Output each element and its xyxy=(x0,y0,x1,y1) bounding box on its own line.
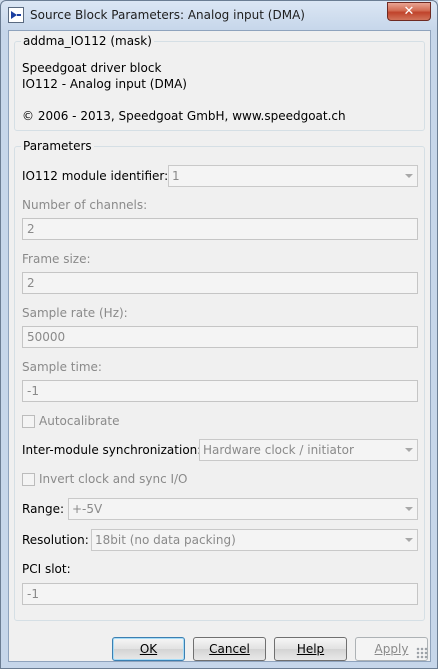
mask-description-group: addma_IO112 (mask) Speedgoat driver bloc… xyxy=(14,34,425,131)
pci-slot-input[interactable]: -1 xyxy=(22,583,418,605)
chevron-down-icon xyxy=(405,448,413,452)
module-id-label: IO112 module identifier: xyxy=(22,169,169,183)
invert-clock-checkbox[interactable] xyxy=(22,473,35,486)
chevron-down-icon xyxy=(405,538,413,542)
sync-value: Hardware clock / initiator xyxy=(203,443,354,457)
close-button[interactable]: ✕ xyxy=(387,2,431,21)
module-id-value: 1 xyxy=(172,169,180,183)
simulink-app-icon xyxy=(8,7,24,23)
mask-description-line1: Speedgoat driver block xyxy=(22,61,162,75)
parameters-group-title: Parameters xyxy=(21,139,94,153)
sample-rate-label: Sample rate (Hz): xyxy=(22,306,128,320)
help-button[interactable]: Help xyxy=(274,637,347,661)
sample-rate-input[interactable]: 50000 xyxy=(22,326,418,348)
sample-time-input[interactable]: -1 xyxy=(22,380,418,402)
title-bar[interactable]: Source Block Parameters: Analog input (D… xyxy=(1,1,437,31)
autocalibrate-checkbox[interactable] xyxy=(22,415,35,428)
mask-copyright: © 2006 - 2013, Speedgoat GmbH, www.speed… xyxy=(22,109,346,123)
autocalibrate-label: Autocalibrate xyxy=(39,414,120,428)
sync-select[interactable]: Hardware clock / initiator xyxy=(199,439,418,461)
frame-size-label: Frame size: xyxy=(22,252,91,266)
channels-label: Number of channels: xyxy=(22,198,148,212)
resolution-select[interactable]: 18bit (no data packing) xyxy=(91,529,418,551)
range-value: +-5V xyxy=(72,502,103,516)
channels-input[interactable]: 2 xyxy=(22,218,418,240)
dialog-client: addma_IO112 (mask) Speedgoat driver bloc… xyxy=(8,30,431,662)
cancel-button[interactable]: Cancel xyxy=(193,637,266,661)
dialog-window: Source Block Parameters: Analog input (D… xyxy=(0,0,438,669)
range-select[interactable]: +-5V xyxy=(68,498,418,520)
pci-slot-label: PCI slot: xyxy=(22,562,71,576)
chevron-down-icon xyxy=(405,507,413,511)
ok-button-label: OK xyxy=(139,642,158,656)
sync-label: Inter-module synchronization: xyxy=(22,443,202,457)
sample-time-label: Sample time: xyxy=(22,360,102,374)
apply-button-label: Apply xyxy=(374,642,409,656)
invert-clock-label: Invert clock and sync I/O xyxy=(39,472,188,486)
frame-size-input[interactable]: 2 xyxy=(22,272,418,294)
help-button-label: Help xyxy=(296,642,325,656)
ok-button[interactable]: OK xyxy=(112,637,185,661)
cancel-button-label: Cancel xyxy=(209,642,250,656)
window-title: Source Block Parameters: Analog input (D… xyxy=(30,8,305,22)
chevron-down-icon xyxy=(405,174,413,178)
mask-description-line2: IO112 - Analog input (DMA) xyxy=(22,77,187,91)
mask-group-title: addma_IO112 (mask) xyxy=(21,34,154,48)
resolution-label: Resolution: xyxy=(22,533,89,547)
resize-grip-icon[interactable] xyxy=(416,647,428,659)
module-id-select[interactable]: 1 xyxy=(168,165,418,187)
resolution-value: 18bit (no data packing) xyxy=(95,533,236,547)
range-label: Range: xyxy=(22,502,65,516)
